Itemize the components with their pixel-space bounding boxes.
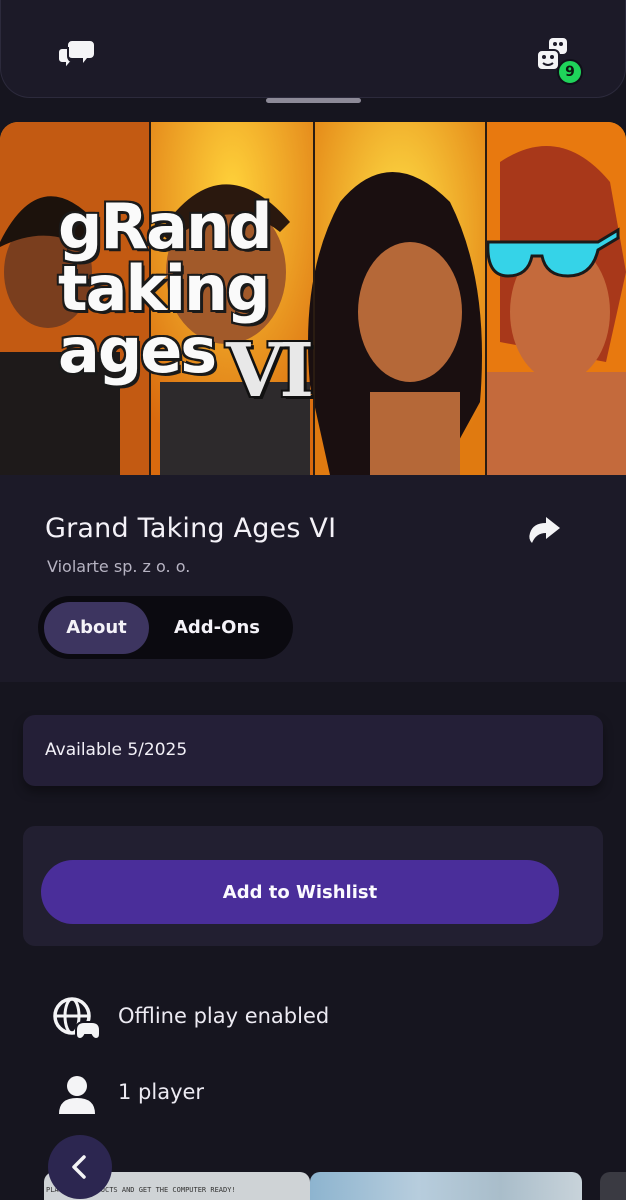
tab-add-ons[interactable]: Add-Ons bbox=[149, 602, 285, 654]
screenshot-thumbnail[interactable] bbox=[600, 1172, 626, 1200]
availability-card: Available 5/2025 bbox=[23, 715, 603, 786]
person-icon bbox=[59, 1076, 95, 1114]
feature-text: 1 player bbox=[118, 1080, 205, 1104]
wishlist-card: Add to Wishlist bbox=[23, 826, 603, 946]
logo-line-3: ages bbox=[58, 314, 217, 387]
share-button[interactable] bbox=[526, 515, 566, 549]
panel-divider bbox=[485, 122, 487, 475]
top-bar: 9 bbox=[0, 0, 626, 98]
feature-player-count: 1 player bbox=[52, 1072, 572, 1122]
game-store-page: 9 gRand taking ages VI Grand Taking Ages… bbox=[0, 0, 626, 1200]
add-to-wishlist-button[interactable]: Add to Wishlist bbox=[41, 860, 559, 924]
chat-button[interactable] bbox=[53, 34, 101, 74]
share-arrow-icon bbox=[529, 517, 560, 543]
drag-handle[interactable] bbox=[266, 98, 361, 103]
globe-controller-icon bbox=[53, 997, 101, 1041]
logo-numeral: VI bbox=[226, 328, 314, 414]
game-title: Grand Taking Ages VI bbox=[45, 513, 337, 544]
availability-text: Available 5/2025 bbox=[45, 740, 188, 760]
feature-text: Offline play enabled bbox=[118, 1004, 330, 1028]
screenshot-thumbnail[interactable] bbox=[310, 1172, 582, 1200]
back-button[interactable] bbox=[48, 1135, 112, 1199]
feature-offline-play: Offline play enabled bbox=[52, 996, 572, 1046]
publisher-name: Violarte sp. z o. o. bbox=[47, 557, 191, 576]
friends-button[interactable]: 9 bbox=[527, 30, 583, 85]
notification-badge: 9 bbox=[557, 59, 583, 85]
panel-divider bbox=[313, 122, 315, 475]
logo-line-2: taking bbox=[58, 252, 270, 325]
logo-line-1: gRand bbox=[58, 190, 272, 263]
chat-bubbles-icon bbox=[58, 41, 94, 70]
game-info-section: Grand Taking Ages VI Violarte sp. z o. o… bbox=[0, 475, 626, 682]
chevron-left-icon bbox=[72, 1155, 86, 1179]
game-logo: gRand taking ages VI bbox=[58, 190, 314, 416]
tab-about[interactable]: About bbox=[44, 601, 149, 654]
hero-banner: gRand taking ages VI bbox=[0, 122, 626, 475]
tab-bar: About Add-Ons bbox=[38, 596, 293, 659]
